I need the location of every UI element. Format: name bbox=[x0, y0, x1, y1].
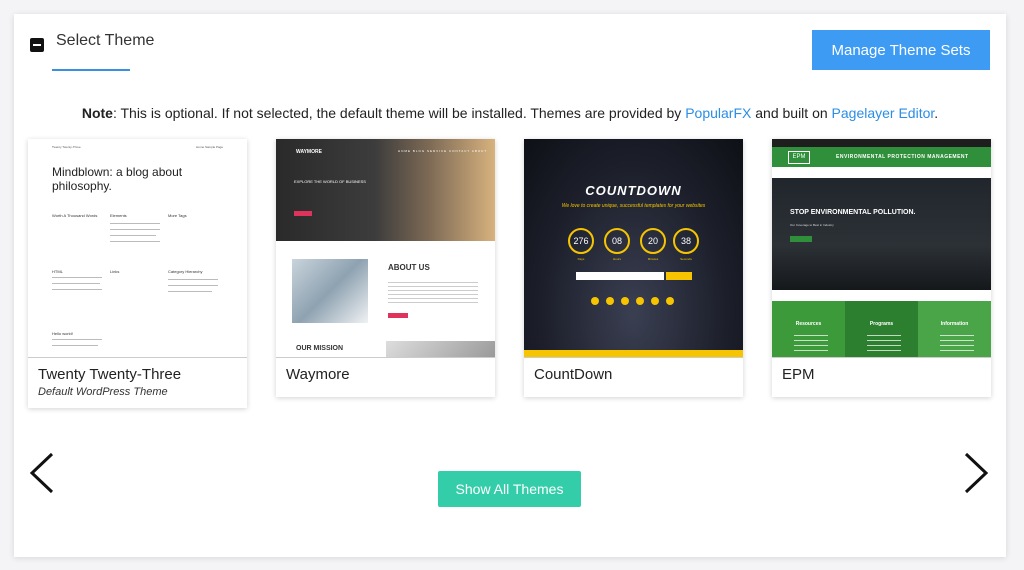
preview-text-line bbox=[52, 339, 102, 340]
preview-logo: WAYMORE bbox=[296, 149, 322, 155]
theme-preview-countdown: COUNTDOWN We love to create unique, succ… bbox=[524, 139, 743, 358]
countdown-label: Minutes bbox=[647, 257, 659, 261]
preview-text-line bbox=[168, 291, 212, 292]
preview-nav: HOME BLOG SERVICE CONTACT ABOUT bbox=[398, 149, 488, 153]
preview-text-line bbox=[110, 241, 160, 242]
preview-footer-bar bbox=[524, 350, 743, 357]
preview-menu bbox=[788, 167, 974, 178]
preview-hero-text: EXPLORE THE WORLD OF BUSINESS bbox=[294, 179, 366, 184]
preview-email-field bbox=[576, 272, 664, 280]
preview-post: Worth A Thousand Words bbox=[52, 213, 98, 218]
theme-name: EPM bbox=[782, 366, 815, 383]
note-middle: and built on bbox=[751, 105, 832, 121]
social-dot bbox=[651, 297, 659, 305]
preview-nav: Home Sample Page bbox=[196, 145, 223, 149]
tile-lines bbox=[867, 331, 901, 353]
preview-tile: Programs bbox=[845, 301, 918, 357]
preview-text-line bbox=[52, 283, 100, 284]
preview-text-line bbox=[52, 277, 102, 278]
social-dot bbox=[591, 297, 599, 305]
manage-theme-sets-button[interactable]: Manage Theme Sets bbox=[812, 30, 990, 70]
preview-text-line bbox=[110, 223, 160, 224]
preview-headline: Mindblown: a blog about philosophy. bbox=[52, 165, 183, 193]
panel-header: Select Theme Manage Theme Sets bbox=[14, 14, 1006, 74]
preview-tile: Information bbox=[918, 301, 991, 357]
countdown-circle: 38 bbox=[673, 228, 699, 254]
pagelayer-link[interactable]: Pagelayer Editor bbox=[832, 105, 935, 121]
preview-post: Hello world! bbox=[52, 331, 73, 336]
preview-mission-heading: OUR MISSION bbox=[296, 345, 344, 352]
preview-text-line bbox=[168, 285, 218, 286]
theme-card-waymore[interactable]: WAYMORE HOME BLOG SERVICE CONTACT ABOUT … bbox=[276, 139, 495, 397]
preview-post: Links bbox=[110, 269, 120, 274]
next-arrow-icon[interactable] bbox=[962, 452, 990, 494]
preview-text-line bbox=[110, 235, 156, 236]
countdown-label: Days bbox=[577, 257, 585, 261]
show-all-themes-button[interactable]: Show All Themes bbox=[438, 471, 581, 507]
tile-label: Information bbox=[940, 321, 969, 327]
tile-lines bbox=[794, 331, 828, 353]
social-dot bbox=[621, 297, 629, 305]
theme-card-epm[interactable]: EPM ENVIRONMENTAL PROTECTION MANAGEMENT … bbox=[772, 139, 991, 397]
preview-tagline: We love to create unique, successful tem… bbox=[561, 203, 706, 209]
note-label: Note bbox=[81, 105, 113, 121]
theme-name: Waymore bbox=[286, 366, 350, 383]
preview-button bbox=[388, 313, 408, 318]
preview-about-heading: ABOUT US bbox=[388, 263, 430, 272]
theme-preview-waymore: WAYMORE HOME BLOG SERVICE CONTACT ABOUT … bbox=[276, 139, 495, 358]
preview-button bbox=[294, 211, 312, 216]
countdown-label: Hours bbox=[612, 257, 621, 261]
note-text: Note: This is optional. If not selected,… bbox=[14, 105, 1006, 121]
preview-post: HTML bbox=[52, 269, 63, 274]
preview-paragraph bbox=[388, 279, 478, 305]
popularfx-link[interactable]: PopularFX bbox=[685, 105, 751, 121]
theme-subtitle: Default WordPress Theme bbox=[38, 386, 168, 398]
note-end: . bbox=[934, 105, 939, 121]
preview-top-bar bbox=[772, 139, 991, 147]
countdown-circle: 08 bbox=[604, 228, 630, 254]
theme-card-countdown[interactable]: COUNTDOWN We love to create unique, succ… bbox=[524, 139, 743, 397]
countdown-circle: 20 bbox=[640, 228, 666, 254]
title-underline bbox=[52, 69, 130, 71]
tile-label: Programs bbox=[869, 321, 894, 327]
note-body: : This is optional. If not selected, the… bbox=[112, 105, 686, 121]
theme-name: Twenty Twenty-Three bbox=[38, 366, 182, 383]
countdown-label: Seconds bbox=[680, 257, 692, 261]
preview-hero bbox=[772, 178, 991, 290]
tile-label: Resources bbox=[795, 321, 822, 327]
preview-post: More Tags bbox=[168, 213, 187, 218]
preview-post: Category Hierarchy bbox=[168, 269, 203, 274]
preview-text-line bbox=[110, 229, 160, 230]
preview-image bbox=[292, 259, 368, 323]
theme-preview-epm: EPM ENVIRONMENTAL PROTECTION MANAGEMENT … bbox=[772, 139, 991, 358]
preview-site-title: Twenty Twenty-Three bbox=[52, 145, 81, 149]
preview-text-line bbox=[52, 345, 98, 346]
theme-preview-twenty-twenty-three: Twenty Twenty-Three Home Sample Page Min… bbox=[28, 139, 247, 358]
preview-image bbox=[386, 341, 495, 357]
preview-subscribe-button bbox=[666, 272, 692, 280]
preview-post: Elements bbox=[110, 213, 127, 218]
panel-title: Select Theme bbox=[56, 32, 155, 49]
tile-lines bbox=[940, 331, 974, 353]
preview-tile: Resources bbox=[772, 301, 845, 357]
previous-arrow-icon[interactable] bbox=[28, 452, 56, 494]
social-dot bbox=[666, 297, 674, 305]
preview-subline: Our Coverage to Best in Industry bbox=[790, 223, 834, 227]
theme-card-twenty-twenty-three[interactable]: Twenty Twenty-Three Home Sample Page Min… bbox=[28, 139, 247, 408]
social-dot bbox=[606, 297, 614, 305]
preview-title: COUNTDOWN bbox=[585, 183, 682, 198]
preview-logo: EPM bbox=[788, 151, 810, 164]
social-dot bbox=[636, 297, 644, 305]
preview-text-line bbox=[168, 279, 218, 280]
preview-text-line bbox=[52, 289, 102, 290]
theme-name: CountDown bbox=[534, 366, 613, 383]
preview-headline: STOP ENVIRONMENTAL POLLUTION. bbox=[790, 209, 916, 216]
preview-site-title: ENVIRONMENTAL PROTECTION MANAGEMENT bbox=[836, 154, 969, 160]
preview-button bbox=[790, 236, 812, 242]
collapse-icon[interactable] bbox=[30, 38, 44, 52]
countdown-circle: 276 bbox=[568, 228, 594, 254]
